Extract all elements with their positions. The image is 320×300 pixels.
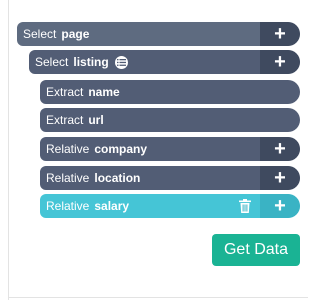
selector-row-salary[interactable]: Relative salary + [40, 194, 300, 218]
add-child-button[interactable]: + [260, 50, 300, 74]
plus-icon: + [274, 167, 286, 189]
get-data-button[interactable]: Get Data [212, 234, 300, 266]
selector-kind: Extract [46, 85, 84, 99]
selector-kind: Select [23, 27, 57, 41]
trash-icon[interactable] [238, 198, 252, 214]
selector-kind: Select [35, 55, 69, 69]
selector-name: location [94, 171, 141, 185]
plus-icon: + [274, 51, 286, 73]
list-icon[interactable] [114, 55, 128, 69]
selector-row-name[interactable]: Extract name [40, 80, 300, 104]
selector-kind: Relative [46, 142, 90, 156]
plus-icon: + [274, 195, 286, 217]
panel-border-bottom [8, 297, 308, 298]
selector-name: salary [94, 199, 130, 213]
add-child-button[interactable]: + [260, 22, 300, 46]
plus-icon: + [274, 23, 286, 45]
selector-kind: Extract [46, 113, 84, 127]
selector-row-page[interactable]: Select page + [17, 22, 300, 46]
panel-border-left [8, 0, 9, 300]
add-child-button[interactable]: + [260, 166, 300, 190]
selector-kind: Relative [46, 199, 90, 213]
selector-row-location[interactable]: Relative location + [40, 166, 300, 190]
selector-row-company[interactable]: Relative company + [40, 137, 300, 161]
selector-row-listing[interactable]: Select listing + [29, 50, 300, 74]
selector-name: listing [73, 55, 109, 69]
add-child-button[interactable]: + [260, 194, 300, 218]
selector-name: company [94, 142, 148, 156]
selector-kind: Relative [46, 171, 90, 185]
selector-name: page [61, 27, 90, 41]
selector-name: name [88, 85, 120, 99]
selector-row-url[interactable]: Extract url [40, 108, 300, 132]
selector-name: url [88, 113, 104, 127]
plus-icon: + [274, 138, 286, 160]
add-child-button[interactable]: + [260, 137, 300, 161]
